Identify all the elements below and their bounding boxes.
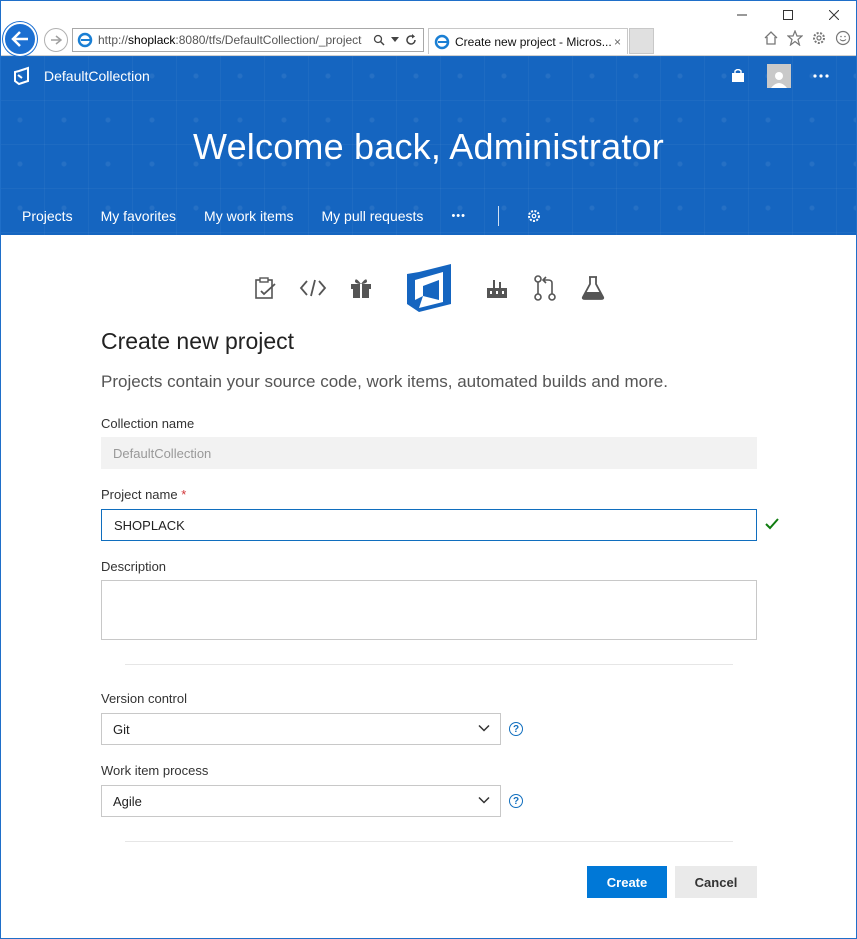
browser-tab[interactable]: Create new project - Micros... × [428, 28, 628, 54]
version-control-help-icon[interactable]: ? [509, 722, 523, 736]
version-control-value: Git [113, 721, 130, 737]
chevron-down-icon [478, 724, 490, 732]
nav-my-favorites[interactable]: My favorites [101, 208, 176, 224]
hub-nav: Projects My favorites My work items My p… [22, 206, 541, 242]
nav-my-work-items[interactable]: My work items [204, 208, 293, 224]
project-name-label-text: Project name [101, 487, 178, 502]
description-label: Description [101, 559, 167, 574]
vsts-logo-icon [14, 66, 29, 86]
window-controls [719, 0, 857, 30]
chevron-down-icon [478, 796, 490, 804]
required-indicator: * [181, 487, 187, 502]
settings-gear-icon[interactable] [527, 209, 541, 223]
new-tab-button[interactable] [629, 28, 654, 54]
nav-my-pull-requests[interactable]: My pull requests [322, 208, 424, 224]
star-icon[interactable] [787, 30, 803, 46]
browser-toolbar [763, 30, 851, 46]
nav-projects[interactable]: Projects [22, 208, 73, 242]
close-icon[interactable] [811, 0, 857, 30]
collection-name-field: DefaultCollection [101, 437, 757, 469]
address-bar[interactable]: http://shoplack:8080/tfs/DefaultCollecti… [72, 28, 424, 52]
work-item-process-select[interactable]: Agile [101, 785, 501, 817]
code-icon [289, 256, 337, 320]
search-icon[interactable] [373, 34, 385, 46]
url-prefix: http:// [98, 33, 129, 47]
test-flask-icon [569, 256, 617, 320]
tab-title: Create new project - Micros... [455, 34, 612, 49]
shopping-bag-icon[interactable] [731, 69, 745, 83]
avatar[interactable] [767, 64, 791, 88]
ie-logo-icon [434, 34, 450, 49]
arrow-left-icon [11, 31, 28, 47]
arrow-right-icon [51, 35, 62, 45]
cancel-button[interactable]: Cancel [675, 866, 757, 898]
browser-chrome: http://shoplack:8080/tfs/DefaultCollecti… [0, 0, 857, 56]
collection-name-label: Collection name [101, 416, 195, 431]
create-button[interactable]: Create [587, 866, 667, 898]
page-subtitle: Projects contain your source code, work … [101, 372, 668, 391]
project-name-label: Project name * [101, 487, 186, 502]
project-name-input[interactable]: SHOPLACK [101, 509, 757, 541]
nav-more[interactable]: ••• [451, 210, 466, 222]
chevron-down-icon[interactable] [391, 37, 399, 43]
gift-icon [337, 256, 385, 320]
work-item-process-value: Agile [113, 793, 142, 809]
collection-home-link[interactable]: DefaultCollection [12, 66, 150, 86]
hero-header: DefaultCollection Welcome back, Administ… [0, 56, 857, 242]
welcome-heading: Welcome back, Administrator [193, 126, 664, 167]
version-control-label: Version control [101, 691, 187, 706]
more-options-icon[interactable] [813, 74, 829, 78]
work-item-process-label: Work item process [101, 763, 209, 778]
check-icon [765, 518, 779, 530]
collection-name: DefaultCollection [44, 68, 150, 84]
url-host: shoplack [128, 33, 176, 47]
forward-button[interactable] [44, 28, 68, 52]
tab-close-icon[interactable]: × [614, 35, 627, 49]
gear-icon[interactable] [811, 30, 827, 46]
page-title: Create new project [101, 328, 295, 354]
section-divider [125, 664, 733, 665]
clipboard-check-icon [241, 256, 289, 320]
minimize-icon[interactable] [719, 0, 765, 30]
url-path: :8080/tfs/DefaultCollection/_project [175, 33, 362, 47]
azure-devops-logo-icon [385, 256, 473, 320]
user-icon [771, 72, 787, 88]
build-factory-icon [473, 256, 521, 320]
smiley-icon[interactable] [835, 30, 851, 46]
description-textarea[interactable] [101, 580, 757, 640]
pull-request-icon [521, 256, 569, 320]
feature-icon-strip [0, 256, 857, 320]
create-project-form: Create new project Projects contain your… [101, 328, 791, 898]
work-item-process-help-icon[interactable]: ? [509, 794, 523, 808]
refresh-icon[interactable] [405, 34, 417, 46]
back-button[interactable] [3, 22, 37, 56]
home-icon[interactable] [763, 30, 779, 46]
section-divider [125, 841, 733, 842]
ie-logo-icon [77, 32, 93, 48]
version-control-select[interactable]: Git [101, 713, 501, 745]
maximize-icon[interactable] [765, 0, 811, 30]
nav-divider [498, 206, 499, 226]
